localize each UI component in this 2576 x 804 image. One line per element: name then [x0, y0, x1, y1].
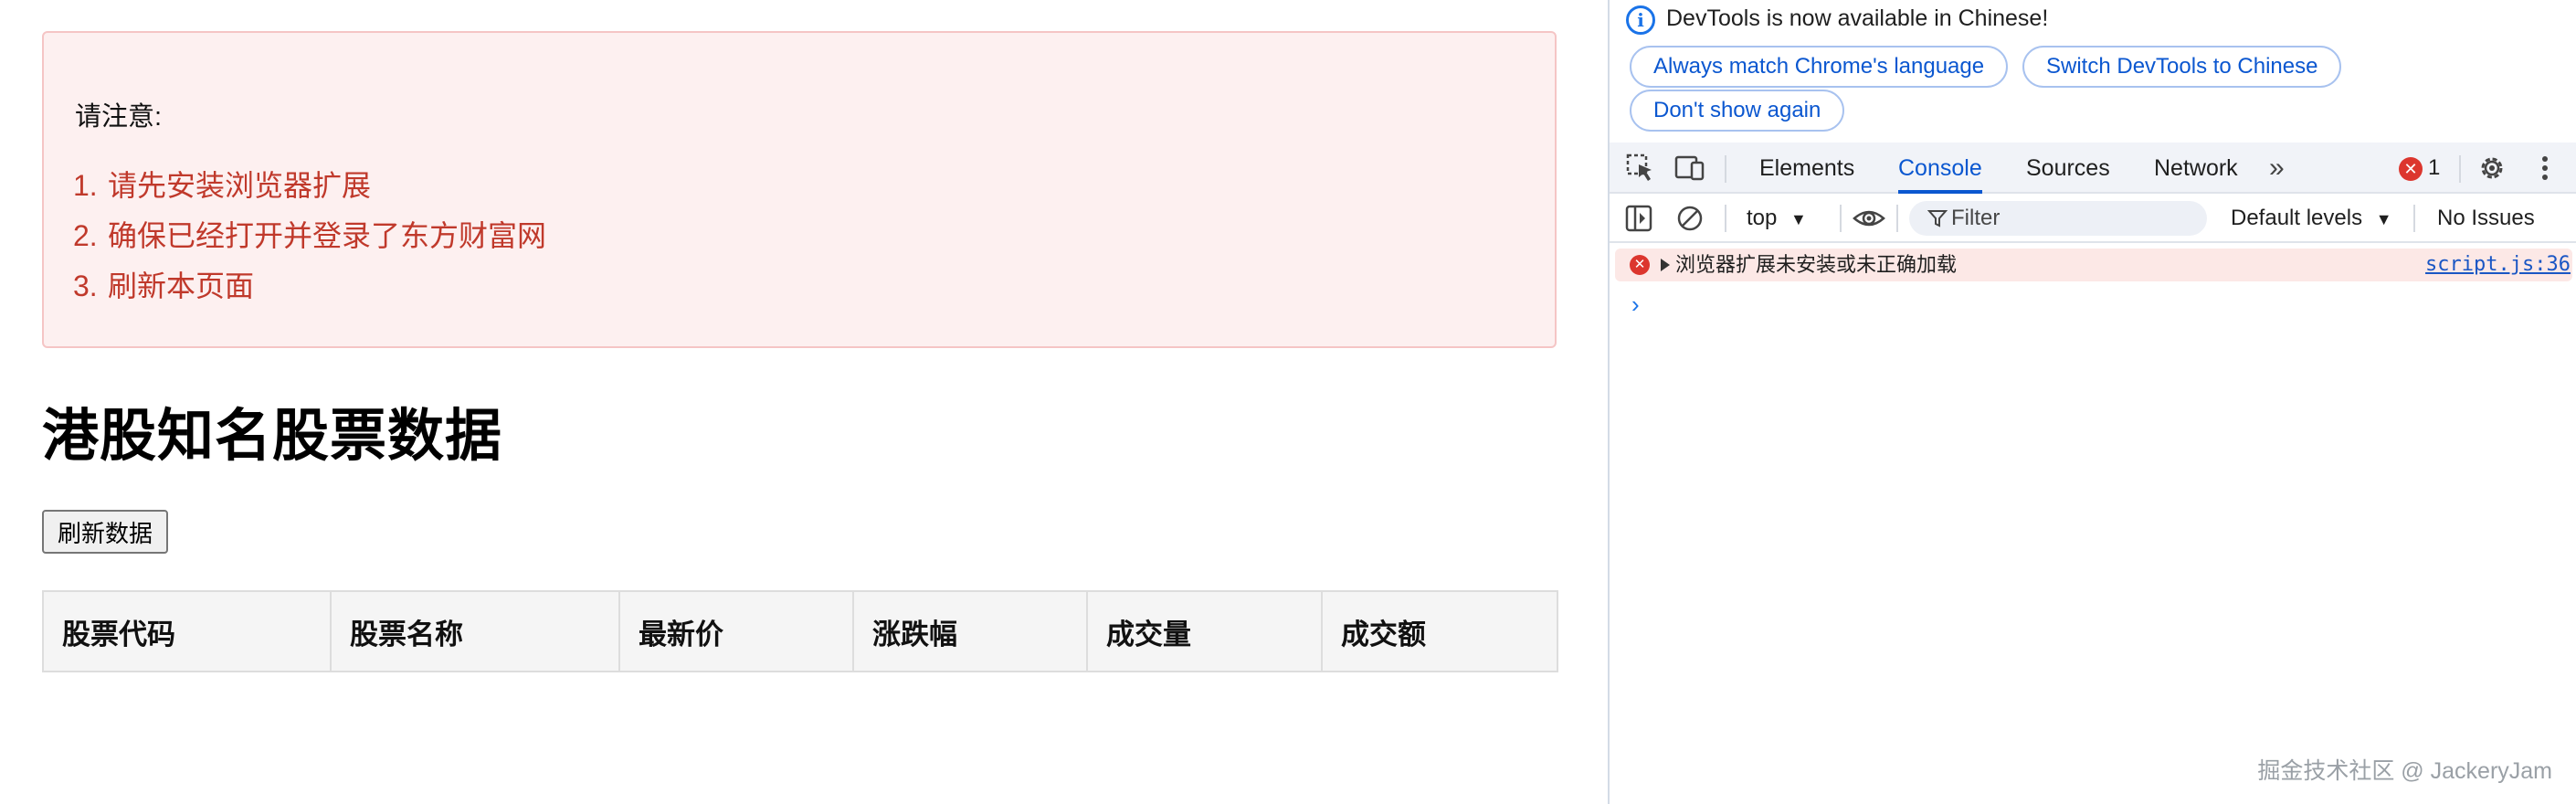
console-toolbar: top ▼ Default levels ▼ No Issues [1610, 194, 2576, 243]
notice-item: 1. 请先安装浏览器扩展 [73, 169, 372, 202]
column-header-name: 股票名称 [330, 590, 620, 672]
dont-show-again-button[interactable]: Don't show again [1630, 90, 1845, 132]
more-tabs-icon[interactable]: » [2269, 143, 2285, 194]
dropdown-caret-icon: ▼ [1790, 210, 1807, 228]
toolbar-separator [1840, 205, 1842, 232]
column-header-code: 股票代码 [42, 590, 332, 672]
console-prompt[interactable]: › [1631, 291, 1640, 319]
tab-console[interactable]: Console [1898, 143, 1982, 194]
context-selector-label: top [1747, 206, 1778, 230]
tab-network[interactable]: Network [2154, 143, 2238, 194]
notice-list: 1. 请先安装浏览器扩展 2. 确保已经打开并登录了东方财富网 3. 刷新本页面 [73, 161, 546, 312]
log-levels-label: Default levels [2231, 206, 2363, 230]
column-header-volume: 成交量 [1086, 590, 1323, 672]
console-message-text: 浏览器扩展未安装或未正确加载 [1675, 253, 1958, 276]
eye-icon[interactable] [1853, 202, 1885, 235]
tab-separator [2459, 155, 2461, 183]
language-infobar: i DevTools is now available in Chinese! … [1610, 0, 2576, 143]
notice-title: 请注意: [75, 102, 163, 132]
notice-item: 3. 刷新本页面 [73, 270, 255, 302]
watermark: 掘金技术社区 @ JackeryJam [2257, 758, 2552, 784]
filter-icon [1927, 210, 1948, 227]
expand-triangle-icon[interactable] [1661, 259, 1670, 271]
tab-sources[interactable]: Sources [2026, 143, 2110, 194]
clear-icon[interactable] [1673, 202, 1706, 235]
column-header-change: 涨跌幅 [852, 590, 1088, 672]
gear-icon[interactable] [2476, 152, 2508, 185]
devtools-panel: i DevTools is now available in Chinese! … [1608, 0, 2576, 804]
table-header-row: 股票代码 股票名称 最新价 涨跌幅 成交量 成交额 [42, 590, 1558, 672]
page-title: 港股知名股票数据 [42, 405, 503, 468]
column-header-price: 最新价 [618, 590, 854, 672]
context-selector[interactable]: top ▼ [1747, 194, 1807, 244]
device-toggle-icon[interactable] [1673, 152, 1706, 185]
switch-to-chinese-button[interactable]: Switch DevTools to Chinese [2022, 46, 2342, 88]
refresh-data-button[interactable]: 刷新数据 [42, 510, 168, 554]
web-page: 请注意: 1. 请先安装浏览器扩展 2. 确保已经打开并登录了东方财富网 3. 刷新本… [0, 0, 1608, 804]
error-icon[interactable]: ✕ [2399, 157, 2423, 181]
dropdown-caret-icon: ▼ [2375, 210, 2392, 228]
column-header-turnover: 成交额 [1321, 590, 1558, 672]
inspect-element-icon[interactable] [1624, 152, 1657, 185]
sidebar-icon[interactable] [1622, 202, 1655, 235]
notice-box: 请注意: 1. 请先安装浏览器扩展 2. 确保已经打开并登录了东方财富网 3. 刷新本… [42, 31, 1557, 348]
issues-counter[interactable]: No Issues [2437, 194, 2535, 243]
log-levels-dropdown[interactable]: Default levels ▼ [2231, 194, 2392, 244]
toolbar-separator [1896, 205, 1898, 232]
source-link[interactable]: script.js:36 [2425, 249, 2571, 281]
toolbar-separator [1725, 205, 1726, 232]
tab-elements[interactable]: Elements [1759, 143, 1854, 194]
console-error-message[interactable]: ✕ 浏览器扩展未安装或未正确加载 script.js:36 [1615, 249, 2572, 281]
toolbar-separator [2413, 205, 2415, 232]
kebab-menu-icon[interactable] [2528, 152, 2561, 185]
info-icon: i [1626, 5, 1655, 35]
error-icon: ✕ [1630, 255, 1650, 275]
notice-item: 2. 确保已经打开并登录了东方财富网 [73, 219, 547, 252]
filter-input[interactable] [1951, 201, 2189, 236]
filter-box [1909, 201, 2207, 236]
match-language-button[interactable]: Always match Chrome's language [1630, 46, 2009, 88]
infobar-message: DevTools is now available in Chinese! [1666, 5, 2049, 31]
tab-separator [1725, 155, 1726, 183]
error-count[interactable]: 1 [2428, 143, 2440, 194]
devtools-tab-bar: Elements Console Sources Network » ✕ 1 [1610, 143, 2576, 194]
stock-table: 股票代码 股票名称 最新价 涨跌幅 成交量 成交额 [42, 590, 1558, 672]
